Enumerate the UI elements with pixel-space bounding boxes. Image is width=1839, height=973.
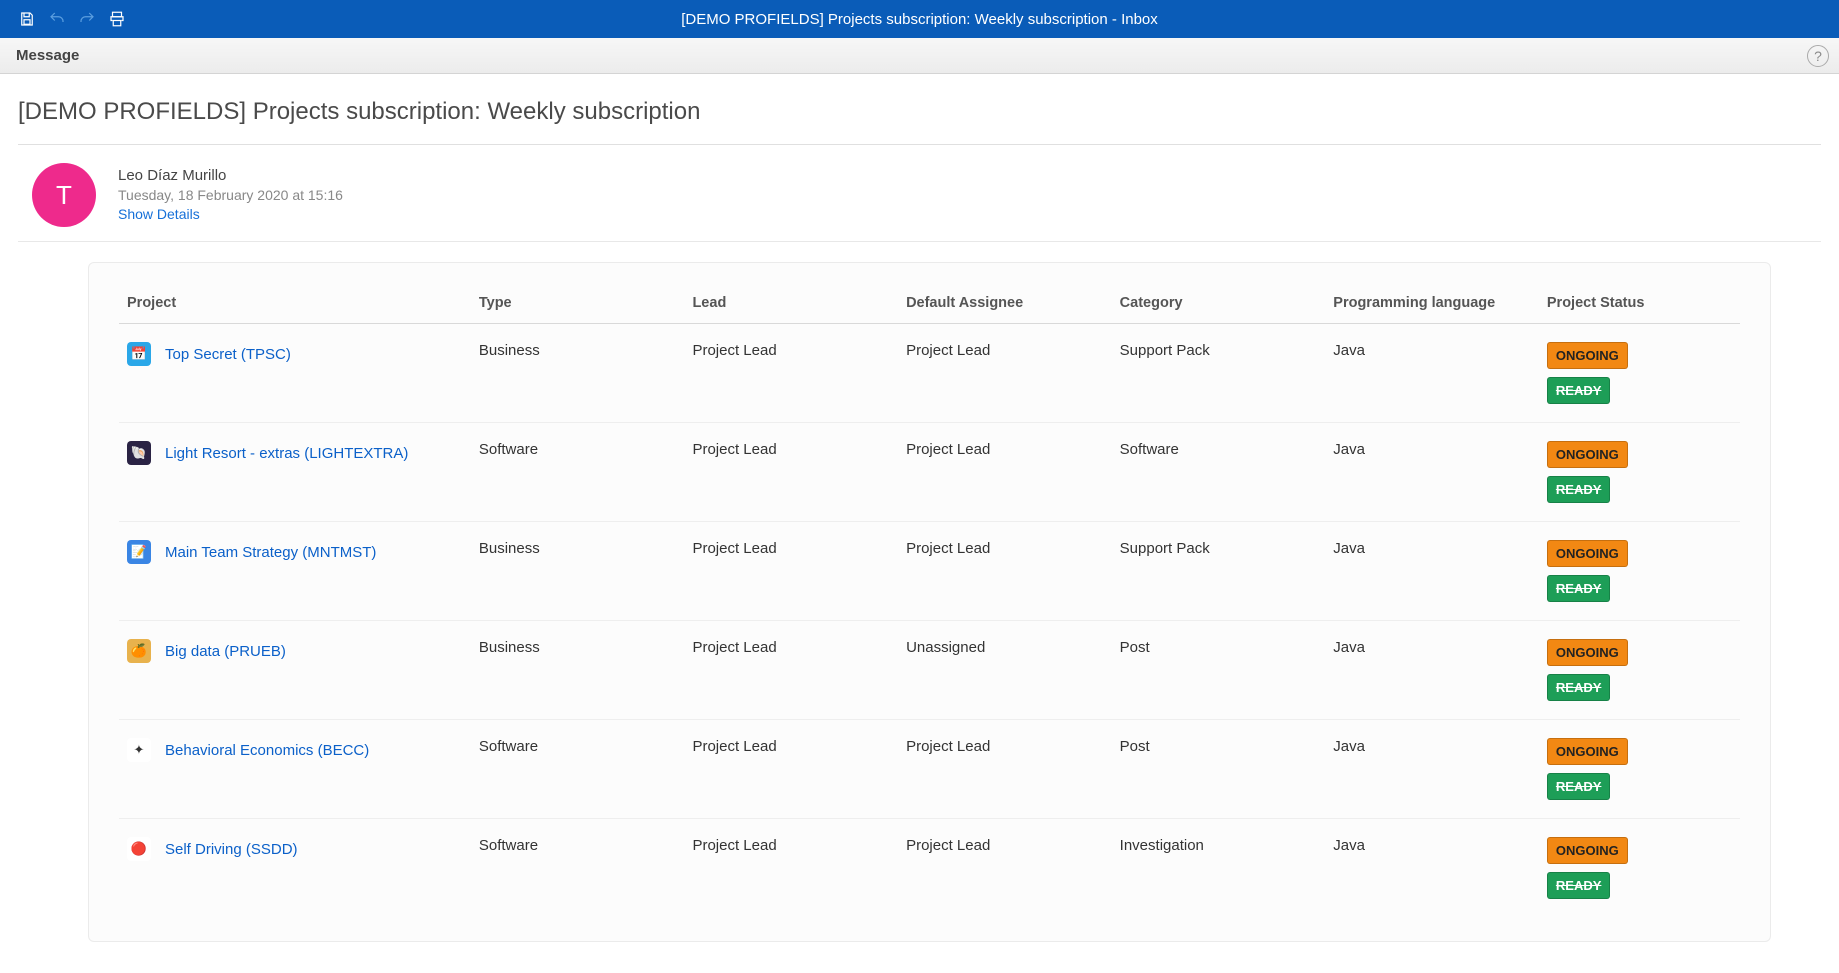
cell-assignee: Project Lead — [898, 819, 1112, 918]
cell-assignee: Unassigned — [898, 621, 1112, 720]
cell-type: Software — [471, 720, 685, 819]
header-type: Type — [471, 285, 685, 324]
cell-category: Post — [1112, 720, 1326, 819]
undo-button[interactable] — [44, 6, 70, 32]
project-icon: 🔴 — [127, 837, 151, 861]
status-badge-ready: READY — [1547, 476, 1611, 503]
cell-type: Business — [471, 621, 685, 720]
table-row: 🍊 Big data (PRUEB) Business Project Lead… — [119, 621, 1740, 720]
cell-type: Software — [471, 819, 685, 918]
cell-lead: Project Lead — [684, 720, 898, 819]
cell-type: Business — [471, 324, 685, 423]
project-icon: 📅 — [127, 342, 151, 366]
print-button[interactable] — [104, 6, 130, 32]
project-icon: 📝 — [127, 540, 151, 564]
sender-name: Leo Díaz Murillo — [118, 167, 343, 184]
cell-category: Post — [1112, 621, 1326, 720]
project-link[interactable]: Top Secret (TPSC) — [165, 346, 291, 363]
projects-table-container: Project Type Lead Default Assignee Categ… — [88, 262, 1771, 942]
cell-lead: Project Lead — [684, 621, 898, 720]
sender-avatar: T — [32, 163, 96, 227]
cell-category: Investigation — [1112, 819, 1326, 918]
status-badge-ongoing: ONGOING — [1547, 342, 1628, 369]
header-status: Project Status — [1539, 285, 1740, 324]
status-badge-ongoing: ONGOING — [1547, 441, 1628, 468]
project-link[interactable]: Behavioral Economics (BECC) — [165, 742, 369, 759]
project-link[interactable]: Main Team Strategy (MNTMST) — [165, 544, 376, 561]
status-badge-ongoing: ONGOING — [1547, 738, 1628, 765]
projects-table: Project Type Lead Default Assignee Categ… — [119, 285, 1740, 917]
status-badge-ready: READY — [1547, 773, 1611, 800]
table-row: 📝 Main Team Strategy (MNTMST) Business P… — [119, 522, 1740, 621]
cell-lang: Java — [1325, 423, 1539, 522]
project-link[interactable]: Self Driving (SSDD) — [165, 841, 298, 858]
cell-assignee: Project Lead — [898, 720, 1112, 819]
header-category: Category — [1112, 285, 1326, 324]
status-badge-ongoing: ONGOING — [1547, 639, 1628, 666]
header-lead: Lead — [684, 285, 898, 324]
help-icon[interactable]: ? — [1807, 45, 1829, 67]
cell-category: Support Pack — [1112, 522, 1326, 621]
status-badge-ready: READY — [1547, 872, 1611, 899]
redo-button[interactable] — [74, 6, 100, 32]
cell-lead: Project Lead — [684, 324, 898, 423]
project-icon: 🐚 — [127, 441, 151, 465]
project-icon: ✦ — [127, 738, 151, 762]
header-assignee: Default Assignee — [898, 285, 1112, 324]
window-title: [DEMO PROFIELDS] Projects subscription: … — [0, 11, 1839, 28]
cell-assignee: Project Lead — [898, 522, 1112, 621]
cell-lang: Java — [1325, 621, 1539, 720]
save-button[interactable] — [14, 6, 40, 32]
cell-lang: Java — [1325, 720, 1539, 819]
header-lang: Programming language — [1325, 285, 1539, 324]
header-project: Project — [119, 285, 471, 324]
ribbon-bar: Message ? — [0, 38, 1839, 74]
cell-lead: Project Lead — [684, 423, 898, 522]
email-date: Tuesday, 18 February 2020 at 15:16 — [118, 187, 343, 203]
cell-assignee: Project Lead — [898, 324, 1112, 423]
table-row: 🐚 Light Resort - extras (LIGHTEXTRA) Sof… — [119, 423, 1740, 522]
cell-lang: Java — [1325, 324, 1539, 423]
cell-lead: Project Lead — [684, 522, 898, 621]
status-badge-ongoing: ONGOING — [1547, 540, 1628, 567]
project-link[interactable]: Big data (PRUEB) — [165, 643, 286, 660]
status-badge-ready: READY — [1547, 674, 1611, 701]
project-icon: 🍊 — [127, 639, 151, 663]
cell-assignee: Project Lead — [898, 423, 1112, 522]
email-subject: [DEMO PROFIELDS] Projects subscription: … — [18, 94, 1821, 145]
status-badge-ready: READY — [1547, 575, 1611, 602]
tab-message[interactable]: Message — [10, 41, 85, 70]
project-link[interactable]: Light Resort - extras (LIGHTEXTRA) — [165, 445, 408, 462]
cell-lang: Java — [1325, 522, 1539, 621]
table-row: 🔴 Self Driving (SSDD) Software Project L… — [119, 819, 1740, 918]
table-row: 📅 Top Secret (TPSC) Business Project Lea… — [119, 324, 1740, 423]
status-badge-ready: READY — [1547, 377, 1611, 404]
cell-lead: Project Lead — [684, 819, 898, 918]
cell-category: Support Pack — [1112, 324, 1326, 423]
status-badge-ongoing: ONGOING — [1547, 837, 1628, 864]
show-details-link[interactable]: Show Details — [118, 206, 343, 222]
cell-lang: Java — [1325, 819, 1539, 918]
table-row: ✦ Behavioral Economics (BECC) Software P… — [119, 720, 1740, 819]
cell-type: Business — [471, 522, 685, 621]
cell-type: Software — [471, 423, 685, 522]
window-titlebar: [DEMO PROFIELDS] Projects subscription: … — [0, 0, 1839, 38]
cell-category: Software — [1112, 423, 1326, 522]
